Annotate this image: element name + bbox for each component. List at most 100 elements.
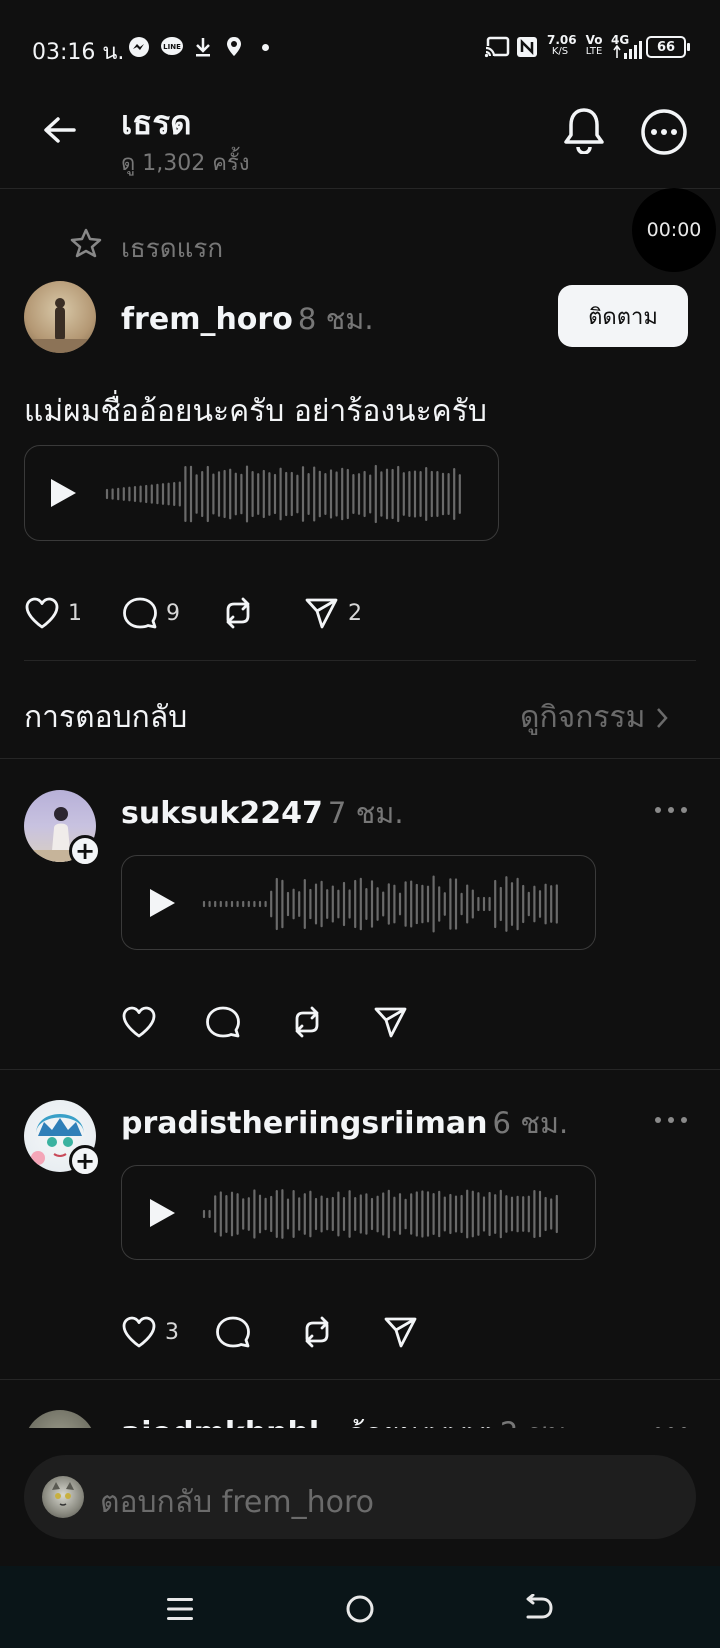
reply-more-button[interactable] xyxy=(654,1116,688,1124)
comment-count: 9 xyxy=(166,600,180,626)
repost-button[interactable] xyxy=(289,1005,325,1039)
page-title: เธรด xyxy=(121,103,192,142)
heart-icon xyxy=(121,1315,157,1349)
view-activity-label: ดูกิจกรรม xyxy=(520,700,646,735)
reply-timestamp: 6 ชม. xyxy=(492,1106,569,1140)
replies-divider xyxy=(0,758,720,759)
play-button[interactable] xyxy=(148,1198,176,1228)
home-circle-icon xyxy=(345,1594,375,1624)
star-icon xyxy=(70,228,102,258)
notification-dot-icon xyxy=(262,44,269,51)
reply-to-username[interactable]: อ้อยนตตตต xyxy=(348,1416,495,1428)
more-horizontal-icon xyxy=(654,806,688,814)
messenger-icon xyxy=(128,36,150,58)
play-icon xyxy=(148,1198,176,1228)
reply-input-placeholder: ตอบกลับ frem_horo xyxy=(100,1485,374,1520)
like-count: 3 xyxy=(165,1319,179,1345)
download-icon xyxy=(193,36,213,58)
avatar[interactable] xyxy=(24,1410,96,1428)
menu-icon xyxy=(166,1596,194,1622)
share-button[interactable]: 2 xyxy=(304,596,362,630)
back-button[interactable] xyxy=(40,110,80,150)
follow-plus-badge[interactable]: + xyxy=(69,1145,101,1177)
reply-divider xyxy=(0,1069,720,1070)
chevron-right-icon xyxy=(655,706,669,730)
system-nav-bar xyxy=(0,1566,720,1648)
battery-icon: 66 xyxy=(646,36,686,58)
home-button[interactable] xyxy=(345,1594,375,1624)
status-bar: 03:16 น. LINE 7.06 K/S Vo LTE 4G 66 xyxy=(0,0,720,100)
header-divider xyxy=(0,188,720,189)
play-button[interactable] xyxy=(49,478,77,508)
first-thread-label: เธรดแรก xyxy=(121,234,224,264)
comment-button[interactable] xyxy=(205,1005,241,1039)
repost-button[interactable] xyxy=(299,1315,335,1349)
like-button[interactable] xyxy=(121,1005,157,1039)
comment-icon xyxy=(215,1315,251,1349)
share-button[interactable] xyxy=(383,1315,419,1349)
reply-username[interactable]: ajodmkhnhl xyxy=(121,1416,319,1428)
repost-icon xyxy=(220,596,256,630)
comment-button[interactable]: 9 xyxy=(122,596,180,630)
more-options-button[interactable] xyxy=(640,108,688,156)
comment-button[interactable] xyxy=(215,1315,251,1349)
post-username[interactable]: frem_horo xyxy=(121,302,293,337)
like-count: 1 xyxy=(68,600,82,626)
post-divider xyxy=(24,660,696,661)
back-nav-button[interactable] xyxy=(524,1594,554,1624)
reply-username[interactable]: pradistheriingsriiman xyxy=(121,1106,487,1141)
back-arrow-icon xyxy=(40,110,80,150)
play-icon xyxy=(49,478,77,508)
view-activity-link[interactable]: ดูกิจกรรม xyxy=(520,694,669,741)
recording-timer: 00:00 xyxy=(632,188,716,272)
follow-plus-badge[interactable]: + xyxy=(69,835,101,867)
like-button[interactable]: 3 xyxy=(121,1315,179,1349)
status-time: 03:16 น. xyxy=(32,40,125,65)
battery-tip xyxy=(687,43,690,51)
replies-title: การตอบกลับ xyxy=(24,700,188,735)
cast-icon xyxy=(484,36,510,58)
follow-button[interactable]: ติดตาม xyxy=(558,285,688,347)
notifications-button[interactable] xyxy=(562,106,606,154)
post-actions: 1 9 2 xyxy=(24,596,362,630)
line-app-icon: LINE xyxy=(160,36,184,58)
menu-button[interactable] xyxy=(166,1596,194,1622)
reply-partial: ajodmkhnhl › อ้อยนตตตต 2 ชม. xyxy=(0,1380,720,1428)
audio-waveform xyxy=(105,464,461,524)
share-count: 2 xyxy=(348,600,362,626)
repost-button[interactable] xyxy=(220,596,256,630)
reply-more-button[interactable] xyxy=(654,806,688,814)
nfc-icon xyxy=(516,36,538,58)
avatar[interactable] xyxy=(24,281,96,353)
repost-icon xyxy=(299,1315,335,1349)
more-icon xyxy=(640,108,688,156)
like-button[interactable]: 1 xyxy=(24,596,82,630)
audio-waveform xyxy=(202,875,558,933)
plus-icon: + xyxy=(74,1147,96,1175)
audio-waveform xyxy=(202,1189,558,1239)
back-nav-icon xyxy=(524,1594,554,1624)
reply-username[interactable]: suksuk2247 xyxy=(121,796,323,831)
reply-timestamp: 2 ชม. xyxy=(500,1416,576,1428)
play-button[interactable] xyxy=(148,888,176,918)
reply-to-chevron-icon: › xyxy=(328,1420,338,1428)
share-icon xyxy=(304,596,340,630)
heart-icon xyxy=(121,1005,157,1039)
reply-actions: 3 xyxy=(121,1315,419,1349)
post-text: แม่ผมชื่ออ้อยนะครับ อย่าร้องนะครับ xyxy=(24,394,487,429)
share-icon xyxy=(383,1315,419,1349)
comment-icon xyxy=(122,596,158,630)
signal-icon xyxy=(612,40,642,60)
share-icon xyxy=(373,1005,409,1039)
plus-icon: + xyxy=(74,837,96,865)
bell-icon xyxy=(562,106,606,154)
comment-icon xyxy=(205,1005,241,1039)
reply-header: suksuk2247 7 ชม. xyxy=(121,790,404,836)
post-timestamp: 8 ชม. xyxy=(297,302,374,336)
post-header: frem_horo 8 ชม. xyxy=(121,296,374,342)
view-count: ดู 1,302 ครั้ง xyxy=(121,151,250,176)
share-button[interactable] xyxy=(373,1005,409,1039)
repost-icon xyxy=(289,1005,325,1039)
volte-indicator: Vo LTE xyxy=(585,33,603,57)
composer-avatar xyxy=(42,1476,84,1518)
